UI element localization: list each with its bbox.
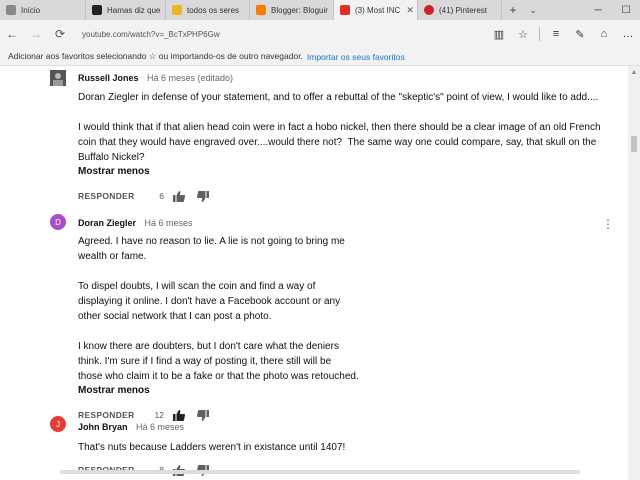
site-icon — [92, 5, 102, 15]
back-icon[interactable]: ← — [0, 20, 24, 48]
comment-text: Doran Ziegler in defense of your stateme… — [78, 92, 601, 163]
comment-author[interactable]: Doran Ziegler — [78, 218, 136, 228]
page-icon — [6, 5, 16, 15]
favorites-hint: Adicionar aos favoritos selecionando ☆ o… — [8, 51, 303, 61]
favorites-bar: Adicionar aos favoritos selecionando ☆ o… — [0, 48, 640, 66]
web-note-icon[interactable]: ✎ — [568, 20, 592, 48]
more-icon[interactable]: … — [616, 20, 640, 48]
tab-label: Hamas diz que — [107, 5, 161, 15]
share-icon[interactable]: ⌂ — [592, 20, 616, 48]
comment-actions: RESPONDER 6 — [78, 189, 618, 203]
like-count: 6 — [159, 191, 164, 201]
divider — [539, 27, 540, 41]
horizontal-scrollbar[interactable] — [60, 470, 580, 474]
comment-menu-icon[interactable]: ⋮ — [602, 218, 614, 230]
comment-time[interactable]: Há 6 meses (editado) — [147, 73, 233, 83]
avatar-letter: J — [56, 419, 60, 429]
tab-blogger[interactable]: Blogger: Bloguir — [250, 0, 334, 20]
tab-list-button[interactable]: ⌄ — [524, 0, 542, 20]
reply-button[interactable]: RESPONDER — [78, 191, 144, 201]
like-icon[interactable] — [172, 190, 186, 202]
show-less-button[interactable]: Mostrar menos — [78, 384, 618, 398]
vertical-scrollbar[interactable]: ▲ — [628, 66, 640, 480]
show-less-button[interactable]: Mostrar menos — [78, 165, 618, 179]
tab-todos[interactable]: todos os seres — [166, 0, 250, 20]
avatar[interactable]: J — [50, 416, 66, 432]
tab-pinterest[interactable]: (41) Pinterest — [418, 0, 502, 20]
comment-time[interactable]: Há 6 meses — [136, 422, 184, 432]
comment-time[interactable]: Há 6 meses — [144, 218, 192, 228]
tab-label: (3) Most INC — [355, 5, 401, 15]
scroll-up-icon[interactable]: ▲ — [628, 66, 640, 78]
comment-text: Agreed. I have no reason to lie. A lie i… — [78, 236, 359, 382]
comment-author[interactable]: John Bryan — [78, 422, 128, 432]
tab-youtube[interactable]: (3) Most INC ✕ — [334, 0, 418, 20]
page-content: Russell Jones Há 6 meses (editado) Doran… — [0, 66, 628, 480]
favorite-star-icon[interactable]: ☆ — [511, 20, 535, 48]
window-controls: ─ ☐ — [584, 0, 640, 20]
site-icon — [172, 5, 182, 15]
tab-hamas[interactable]: Hamas diz que — [86, 0, 166, 20]
blogger-icon — [256, 5, 266, 15]
forward-icon[interactable]: → — [24, 20, 48, 48]
maximize-icon[interactable]: ☐ — [612, 0, 640, 20]
import-favorites-link[interactable]: Importar os seus favoritos — [307, 52, 405, 62]
tab-label: todos os seres — [187, 5, 240, 15]
scroll-thumb[interactable] — [631, 136, 637, 152]
tab-inicio[interactable]: Início — [0, 0, 86, 20]
comment: Doran Ziegler Há 6 meses Agreed. I have … — [78, 213, 618, 422]
tab-label: Blogger: Bloguir — [271, 5, 328, 15]
comment-text: That's nuts because Ladders weren't in e… — [78, 442, 346, 453]
tab-label: Início — [21, 5, 41, 15]
tab-bar: Início Hamas diz que todos os seres Blog… — [0, 0, 640, 20]
user-photo-icon — [50, 70, 66, 86]
avatar-letter: D — [55, 217, 61, 227]
close-icon[interactable]: ✕ — [406, 5, 414, 16]
pinterest-icon — [424, 5, 434, 15]
avatar[interactable]: D — [50, 214, 66, 230]
comment: John Bryan Há 6 meses That's nuts becaus… — [78, 417, 618, 477]
reading-view-icon[interactable]: ▥ — [487, 20, 511, 48]
tab-label: (41) Pinterest — [439, 5, 488, 15]
address-bar: ← → ⟳ youtube.com/watch?v=_BcTxPHP6Gw ▥ … — [0, 20, 640, 48]
url-field[interactable]: youtube.com/watch?v=_BcTxPHP6Gw — [72, 30, 487, 39]
minimize-icon[interactable]: ─ — [584, 0, 612, 20]
avatar[interactable] — [50, 70, 66, 86]
comment-author[interactable]: Russell Jones — [78, 73, 139, 83]
dislike-icon[interactable] — [196, 190, 210, 202]
youtube-icon — [340, 5, 350, 15]
comment: Russell Jones Há 6 meses (editado) Doran… — [78, 68, 618, 203]
new-tab-button[interactable]: + — [502, 0, 524, 20]
refresh-icon[interactable]: ⟳ — [48, 20, 72, 48]
hub-icon[interactable]: ≡ — [544, 20, 568, 48]
